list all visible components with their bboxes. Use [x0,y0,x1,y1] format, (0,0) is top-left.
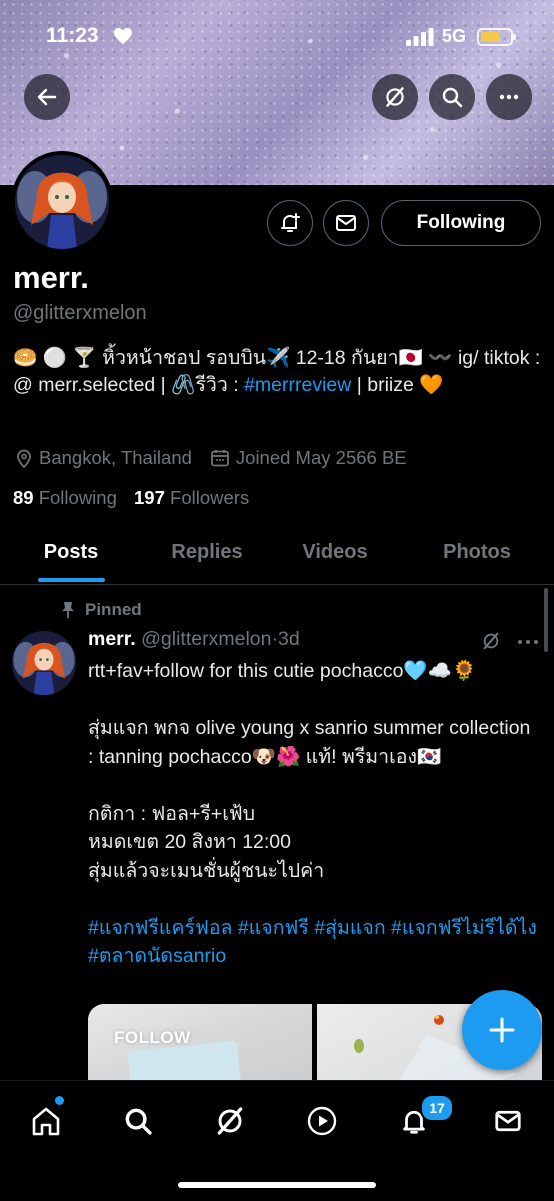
profile-location: Bangkok, Thailand [39,447,192,468]
post-body[interactable]: rtt+fav+follow for this cutie pochacco🩵☁… [88,657,538,971]
post-text-line: สุ่มแจก พกจ olive young x sanrio summer … [88,717,531,768]
post-hashtags[interactable]: #แจกฟรีแคร์ฟอล #แจกฟรี #สุ่มแจก #แจกฟรีไ… [88,914,538,971]
bio-text-end: | briize 🧡 [351,374,444,396]
compose-button[interactable] [462,990,542,1070]
tab-posts[interactable]: Posts [20,520,122,584]
message-button[interactable] [323,200,369,246]
avatar-image [12,631,76,695]
nav-search[interactable] [110,1101,166,1141]
envelope-icon [336,215,356,231]
post-text-line: rtt+fav+follow for this cutie pochacco🩵☁… [88,660,477,682]
post-text-line: กติกา : ฟอล+รี+เฟ้บ [88,802,256,825]
notify-button[interactable] [267,200,313,246]
avatar-image [15,155,109,249]
nav-video[interactable] [294,1101,350,1141]
pin-icon [62,602,74,618]
envelope-icon [495,1110,521,1132]
battery-icon [477,28,516,46]
back-button[interactable] [24,74,70,120]
post-more-icon[interactable] [516,632,540,652]
play-circle-icon [307,1106,337,1136]
more-options-button[interactable] [486,74,532,120]
network-type: 5G [442,26,467,46]
plus-icon [489,1017,515,1043]
status-time: 11:23 [46,24,99,47]
search-icon [125,1108,152,1135]
bell-plus-icon [281,213,300,232]
profile-tabs: Posts Replies Videos Photos [0,520,554,585]
home-unread-dot [55,1096,64,1105]
home-indicator [178,1182,376,1188]
search-icon [442,87,463,108]
calendar-icon [211,450,229,467]
nav-grok[interactable] [202,1101,258,1141]
bio-hashtag-link[interactable]: #merrreview [244,374,351,396]
profile-bio: 🥯 ⚪️ 🍸 หิ้วหน้าชอป รอบบิน✈️ 12-18 กันยา🇯… [13,345,541,399]
profile-name: merr. [13,260,89,295]
tab-replies[interactable]: Replies [152,520,262,584]
grok-icon [217,1107,243,1135]
following-button[interactable]: Following [381,200,541,246]
profile-avatar[interactable] [11,151,113,253]
post-text-line: หมดเขต 20 สิงหา 12:00 [88,831,291,853]
signal-icon [406,28,434,46]
profile-meta: Bangkok, Thailand Joined May 2566 BE [15,447,407,469]
notifications-badge: 17 [420,1094,454,1122]
post-time[interactable]: 3d [278,628,300,650]
scrollbar[interactable] [544,588,548,652]
more-icon [499,94,519,100]
nav-home[interactable] [18,1101,74,1141]
heart-icon [114,27,132,45]
grok-button[interactable] [372,74,418,120]
active-tab-indicator [38,578,105,582]
status-bar: 11:23 5G [0,18,554,58]
grok-icon[interactable] [480,630,502,652]
nav-messages[interactable] [480,1101,536,1141]
post-author-name[interactable]: merr. [88,628,136,650]
post-author-avatar[interactable] [12,631,76,695]
following-link[interactable]: 89 Following [13,487,117,508]
search-button[interactable] [429,74,475,120]
profile-handle: @glitterxmelon [13,302,147,324]
pinned-label: Pinned [60,600,142,620]
followers-link[interactable]: 197 Followers [134,487,249,508]
post-author-handle[interactable]: @glitterxmelon [141,628,271,650]
tab-photos[interactable]: Photos [424,520,530,584]
arrow-left-icon [37,88,57,106]
post-header: merr. @glitterxmelon·3d [88,628,300,651]
profile-counts: 89 Following 197 Followers [13,487,249,509]
post-text-line: สุ่มแล้วจะเมนชั่นผู้ชนะไปค่า [88,859,325,882]
grok-icon [386,87,404,107]
profile-joined: Joined May 2566 BE [235,447,407,468]
image-caption: FOLLOW [114,1028,191,1047]
tab-videos[interactable]: Videos [282,520,388,584]
home-icon [32,1107,60,1136]
location-pin-icon [17,449,31,468]
